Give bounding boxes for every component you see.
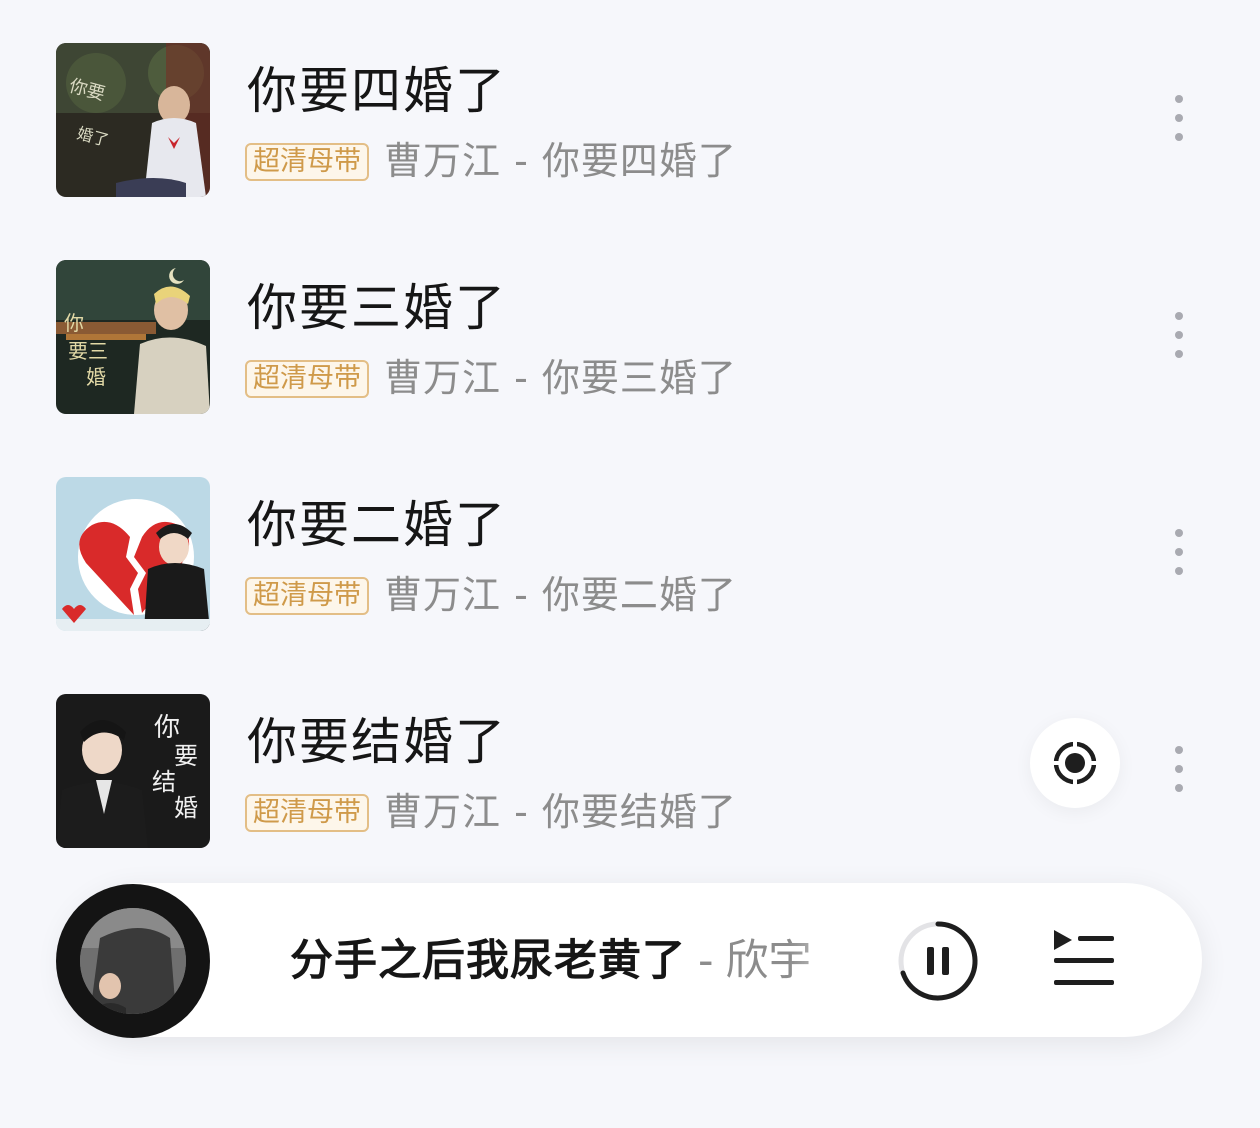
more-icon[interactable] (1168, 312, 1190, 368)
quality-badge: 超清母带 (245, 360, 369, 398)
more-icon[interactable] (1168, 746, 1190, 802)
song-row[interactable]: 你 要三 婚 你要三婚了 超清母带 曹万江 - 你要三婚了 (0, 260, 1260, 420)
song-subtitle: 曹万江 - 你要四婚了 (384, 139, 737, 183)
song-title: 你要三婚了 (247, 279, 507, 337)
song-title: 你要四婚了 (247, 62, 507, 120)
more-icon[interactable] (1168, 529, 1190, 585)
now-playing-artist: 欣宇 (725, 936, 812, 986)
now-playing-separator: - (698, 936, 714, 986)
player-album-disc[interactable] (56, 884, 210, 1038)
svg-text:你: 你 (154, 713, 180, 743)
now-playing-title: 分手之后我尿老黄了 (290, 936, 686, 986)
player-album-art (80, 908, 186, 1014)
quality-badge: 超清母带 (245, 143, 369, 181)
svg-text:要三: 要三 (68, 339, 108, 363)
album-cover: 你 要三 婚 (56, 260, 210, 414)
song-title: 你要二婚了 (247, 496, 507, 554)
song-row[interactable]: 你要二婚了 超清母带 曹万江 - 你要二婚了 (0, 477, 1260, 637)
song-row[interactable]: 你 要 结 婚 你要结婚了 超清母带 曹万江 - 你要结婚了 (0, 694, 1260, 854)
song-title: 你要结婚了 (247, 713, 507, 771)
song-row[interactable]: 你要 婚了 你要四婚了 超清母带 曹万江 - 你要四婚了 (0, 43, 1260, 203)
album-cover: 你 要 结 婚 (56, 694, 210, 848)
song-subtitle: 曹万江 - 你要二婚了 (384, 573, 737, 617)
album-cover (56, 477, 210, 631)
svg-text:婚: 婚 (174, 794, 198, 822)
more-icon[interactable] (1168, 95, 1190, 151)
locate-current-icon[interactable] (1030, 718, 1120, 808)
svg-text:你: 你 (64, 311, 84, 335)
playlist-icon[interactable] (1050, 928, 1118, 990)
pause-icon[interactable] (895, 918, 981, 1004)
song-subtitle: 曹万江 - 你要结婚了 (384, 790, 737, 834)
quality-badge: 超清母带 (245, 794, 369, 832)
svg-text:结: 结 (152, 768, 176, 796)
svg-text:要: 要 (174, 742, 198, 770)
svg-text:婚: 婚 (86, 365, 106, 389)
quality-badge: 超清母带 (245, 577, 369, 615)
now-playing-text[interactable]: 分手之后我尿老黄了 - 欣宇 (290, 930, 870, 992)
album-cover: 你要 婚了 (56, 43, 210, 197)
song-subtitle: 曹万江 - 你要三婚了 (384, 356, 737, 400)
